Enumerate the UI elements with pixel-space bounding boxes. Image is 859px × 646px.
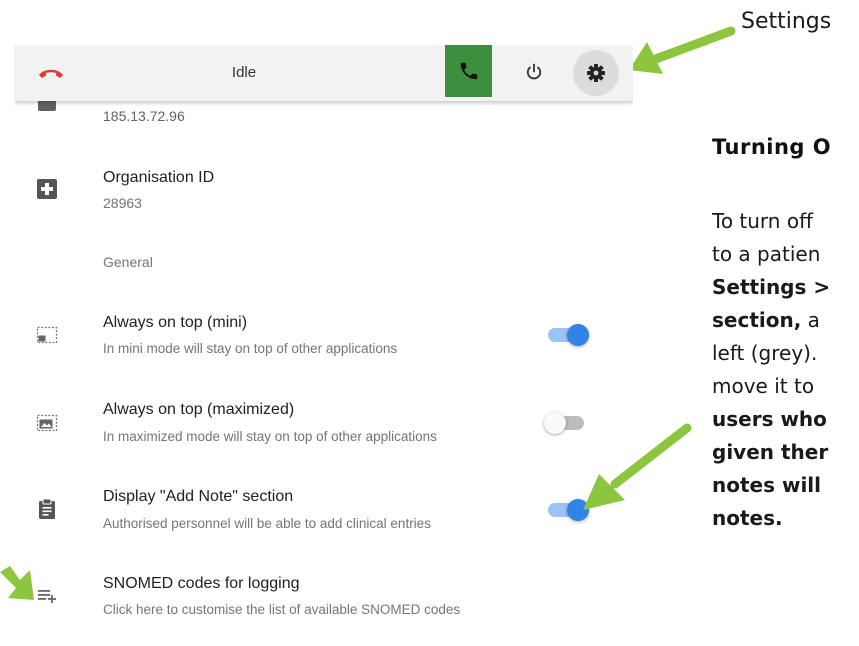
playlist-add-icon — [38, 590, 56, 603]
arrow-to-settings-icon — [629, 26, 736, 74]
setting-title: Display "Add Note" section — [103, 488, 294, 505]
instruction-tail: a — [801, 308, 820, 332]
settings-button[interactable] — [573, 50, 619, 96]
hangup-icon[interactable] — [36, 61, 66, 85]
power-icon — [526, 63, 542, 80]
power-button[interactable] — [515, 53, 553, 91]
organisation-title: Organisation ID — [103, 169, 215, 186]
phone-icon — [460, 62, 477, 80]
maximized-window-icon — [36, 414, 58, 432]
call-button[interactable] — [445, 45, 492, 97]
setting-title: Always on top (mini) — [103, 314, 248, 331]
call-toolbar: Idle — [14, 45, 633, 101]
call-status: Idle — [231, 64, 257, 81]
setting-title: SNOMED codes for logging — [103, 575, 300, 592]
instruction-line: left (grey). — [712, 341, 818, 365]
clipboard-icon — [39, 498, 55, 519]
callout-settings-label: Settings — [741, 9, 832, 34]
instruction-line: users who — [712, 407, 827, 431]
medical-plus-icon — [37, 179, 57, 199]
instruction-line: to a patien — [712, 242, 821, 266]
organisation-value: 28963 — [103, 195, 142, 211]
always-on-top-mini-toggle[interactable] — [544, 321, 592, 349]
app-window: Idle 185.13.72.96 Organisation ID 28963 … — [14, 45, 633, 646]
setting-subtitle: Authorised personnel will be able to add… — [103, 516, 431, 531]
setting-subtitle: In mini mode will stay on top of other a… — [103, 341, 398, 356]
section-general: General — [103, 254, 153, 270]
instruction-line: To turn off — [712, 209, 813, 233]
mini-window-icon — [36, 326, 58, 344]
instruction-line: move it to — [712, 374, 815, 398]
arrow-to-toggle-icon — [583, 423, 692, 510]
setting-subtitle: Click here to customise the list of avai… — [103, 602, 461, 617]
instruction-bold-part: section, — [712, 308, 802, 332]
instruction-line: Settings > — [712, 275, 831, 299]
instructions-body: To turn off to a patien Settings > secti… — [712, 205, 859, 535]
instruction-line: notes will — [712, 473, 822, 497]
instructions-heading: Turning O — [712, 135, 832, 159]
gear-icon — [587, 64, 605, 82]
setting-title: Always on top (maximized) — [103, 401, 295, 418]
instruction-line: given ther — [712, 440, 829, 464]
instruction-line: notes. — [712, 506, 783, 530]
instruction-line: section, a — [712, 304, 859, 337]
setting-subtitle: In maximized mode will stay on top of ot… — [103, 429, 437, 444]
arrow-to-snomed-icon — [0, 566, 34, 600]
ip-address-value: 185.13.72.96 — [103, 108, 185, 124]
